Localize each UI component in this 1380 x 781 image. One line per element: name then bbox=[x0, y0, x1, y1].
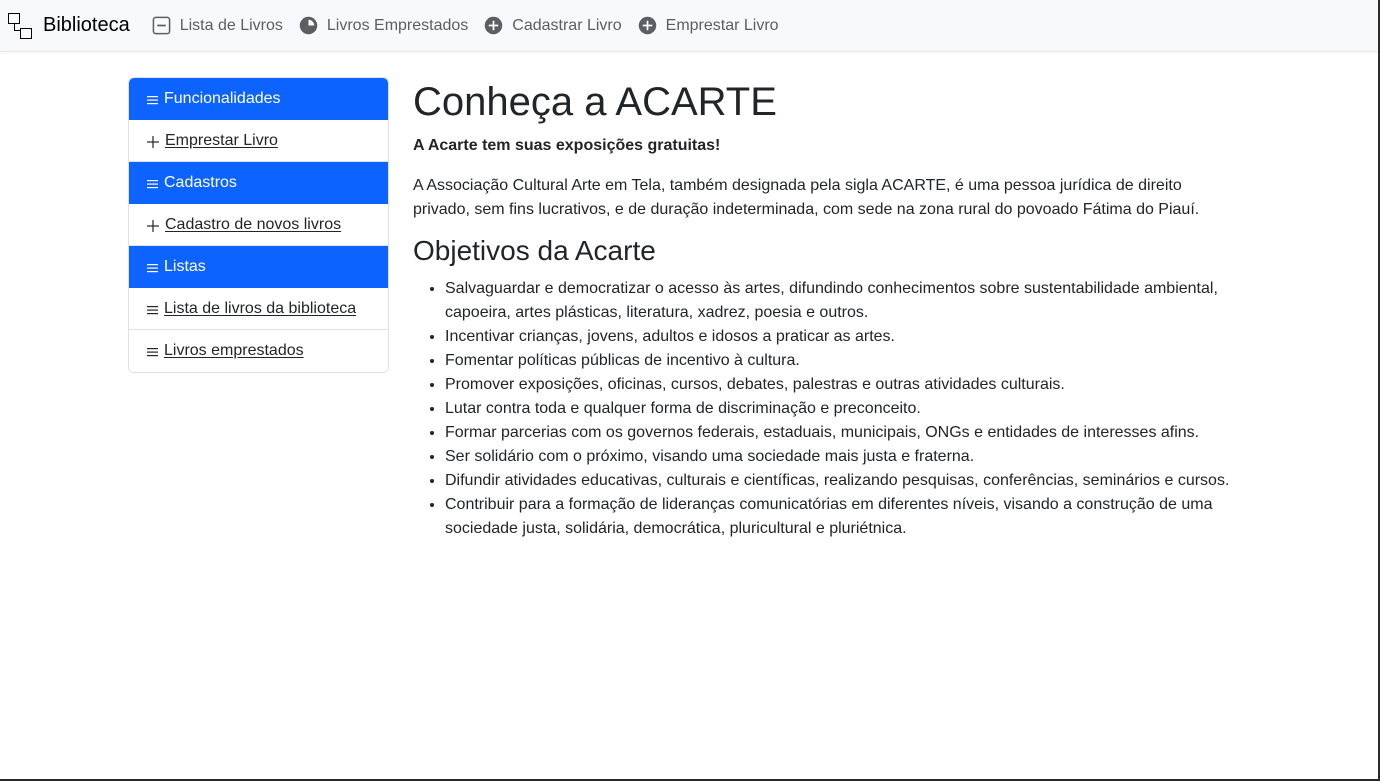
page: Biblioteca Lista de Livros Livros Empres… bbox=[0, 0, 1380, 781]
nav-label: Cadastrar Livro bbox=[512, 16, 622, 34]
sidebar-header-label: Funcionalidades bbox=[164, 90, 281, 107]
sidebar-item-label: Livros emprestados bbox=[164, 342, 304, 359]
intro-paragraph: A Associação Cultural Arte em Tela, tamb… bbox=[413, 177, 1200, 218]
sidebar-item-label: Cadastro de novos livros bbox=[165, 215, 342, 233]
sidebar-item-cadastro-de-novos-livros[interactable]: Cadastro de novos livros bbox=[129, 204, 388, 246]
sidebar-item-livros-emprestados[interactable]: Livros emprestados bbox=[129, 330, 388, 372]
sidebar-header-label: Cadastros bbox=[164, 174, 237, 191]
plus-circle-icon bbox=[638, 16, 656, 35]
nav-cadastrar-livro[interactable]: Cadastrar Livro bbox=[484, 16, 622, 35]
top-navbar: Biblioteca Lista de Livros Livros Empres… bbox=[0, 0, 1378, 52]
list-item: Difundir atividades educativas, culturai… bbox=[445, 469, 1253, 493]
main-content: Conheça a ACARTE A Acarte tem suas expos… bbox=[413, 78, 1253, 541]
nav-label: Lista de Livros bbox=[179, 16, 283, 34]
sidebar-header-funcionalidades: Funcionalidades bbox=[129, 78, 388, 120]
list-item: Ser solidário com o próximo, visando uma… bbox=[445, 445, 1253, 469]
sidebar-item-label: Lista de livros da biblioteca bbox=[164, 299, 357, 317]
sidebar-item-emprestar-livro[interactable]: Emprestar Livro bbox=[129, 120, 388, 162]
objectives-list: Salvaguardar e democratizar o acesso às … bbox=[413, 277, 1253, 541]
list-icon bbox=[147, 264, 158, 273]
list-icon bbox=[147, 180, 158, 189]
nav-label: Emprestar Livro bbox=[665, 16, 779, 34]
plus-icon bbox=[147, 135, 159, 148]
lead-text: A Acarte tem suas exposições gratuitas! bbox=[413, 137, 721, 154]
list-item: Salvaguardar e democratizar o acesso às … bbox=[445, 277, 1253, 325]
nav-label: Livros Emprestados bbox=[326, 16, 469, 34]
nav-lista-de-livros[interactable]: Lista de Livros bbox=[152, 16, 283, 35]
sidebar-header-cadastros: Cadastros bbox=[129, 162, 388, 204]
sidebar-header-label: Listas bbox=[164, 258, 206, 275]
diagram-logo-icon bbox=[8, 11, 34, 41]
nav-livros-emprestados[interactable]: Livros Emprestados bbox=[299, 16, 468, 35]
list-item: Incentivar crianças, jovens, adultos e i… bbox=[445, 325, 1253, 349]
objectives-heading: Objetivos da Acarte bbox=[413, 235, 656, 266]
brand-link[interactable]: Biblioteca bbox=[8, 11, 130, 41]
list-icon bbox=[147, 305, 158, 314]
list-item: Lutar contra toda e qualquer forma de di… bbox=[445, 397, 1253, 421]
plus-icon bbox=[147, 219, 159, 232]
pie-chart-icon bbox=[299, 16, 318, 35]
sidebar-item-label: Emprestar Livro bbox=[165, 131, 278, 149]
list-item: Formar parcerias com os governos federai… bbox=[445, 421, 1253, 445]
page-title: Conheça a ACARTE bbox=[413, 80, 777, 124]
list-item: Contribuir para a formação de lideranças… bbox=[445, 493, 1253, 541]
list-icon bbox=[147, 348, 158, 357]
sidebar-header-listas: Listas bbox=[129, 246, 388, 288]
brand-label: Biblioteca bbox=[43, 14, 130, 36]
list-icon bbox=[147, 96, 158, 105]
nav-emprestar-livro[interactable]: Emprestar Livro bbox=[638, 16, 779, 35]
dash-square-icon bbox=[152, 16, 171, 35]
plus-circle-icon bbox=[485, 16, 503, 35]
list-item: Promover exposições, oficinas, cursos, d… bbox=[445, 373, 1253, 397]
list-item: Fomentar políticas públicas de incentivo… bbox=[445, 349, 1253, 373]
sidebar-menu: Funcionalidades Emprestar Livro Cadastro… bbox=[128, 77, 389, 373]
sidebar-item-lista-de-livros-da-biblioteca[interactable]: Lista de livros da biblioteca bbox=[129, 288, 388, 330]
